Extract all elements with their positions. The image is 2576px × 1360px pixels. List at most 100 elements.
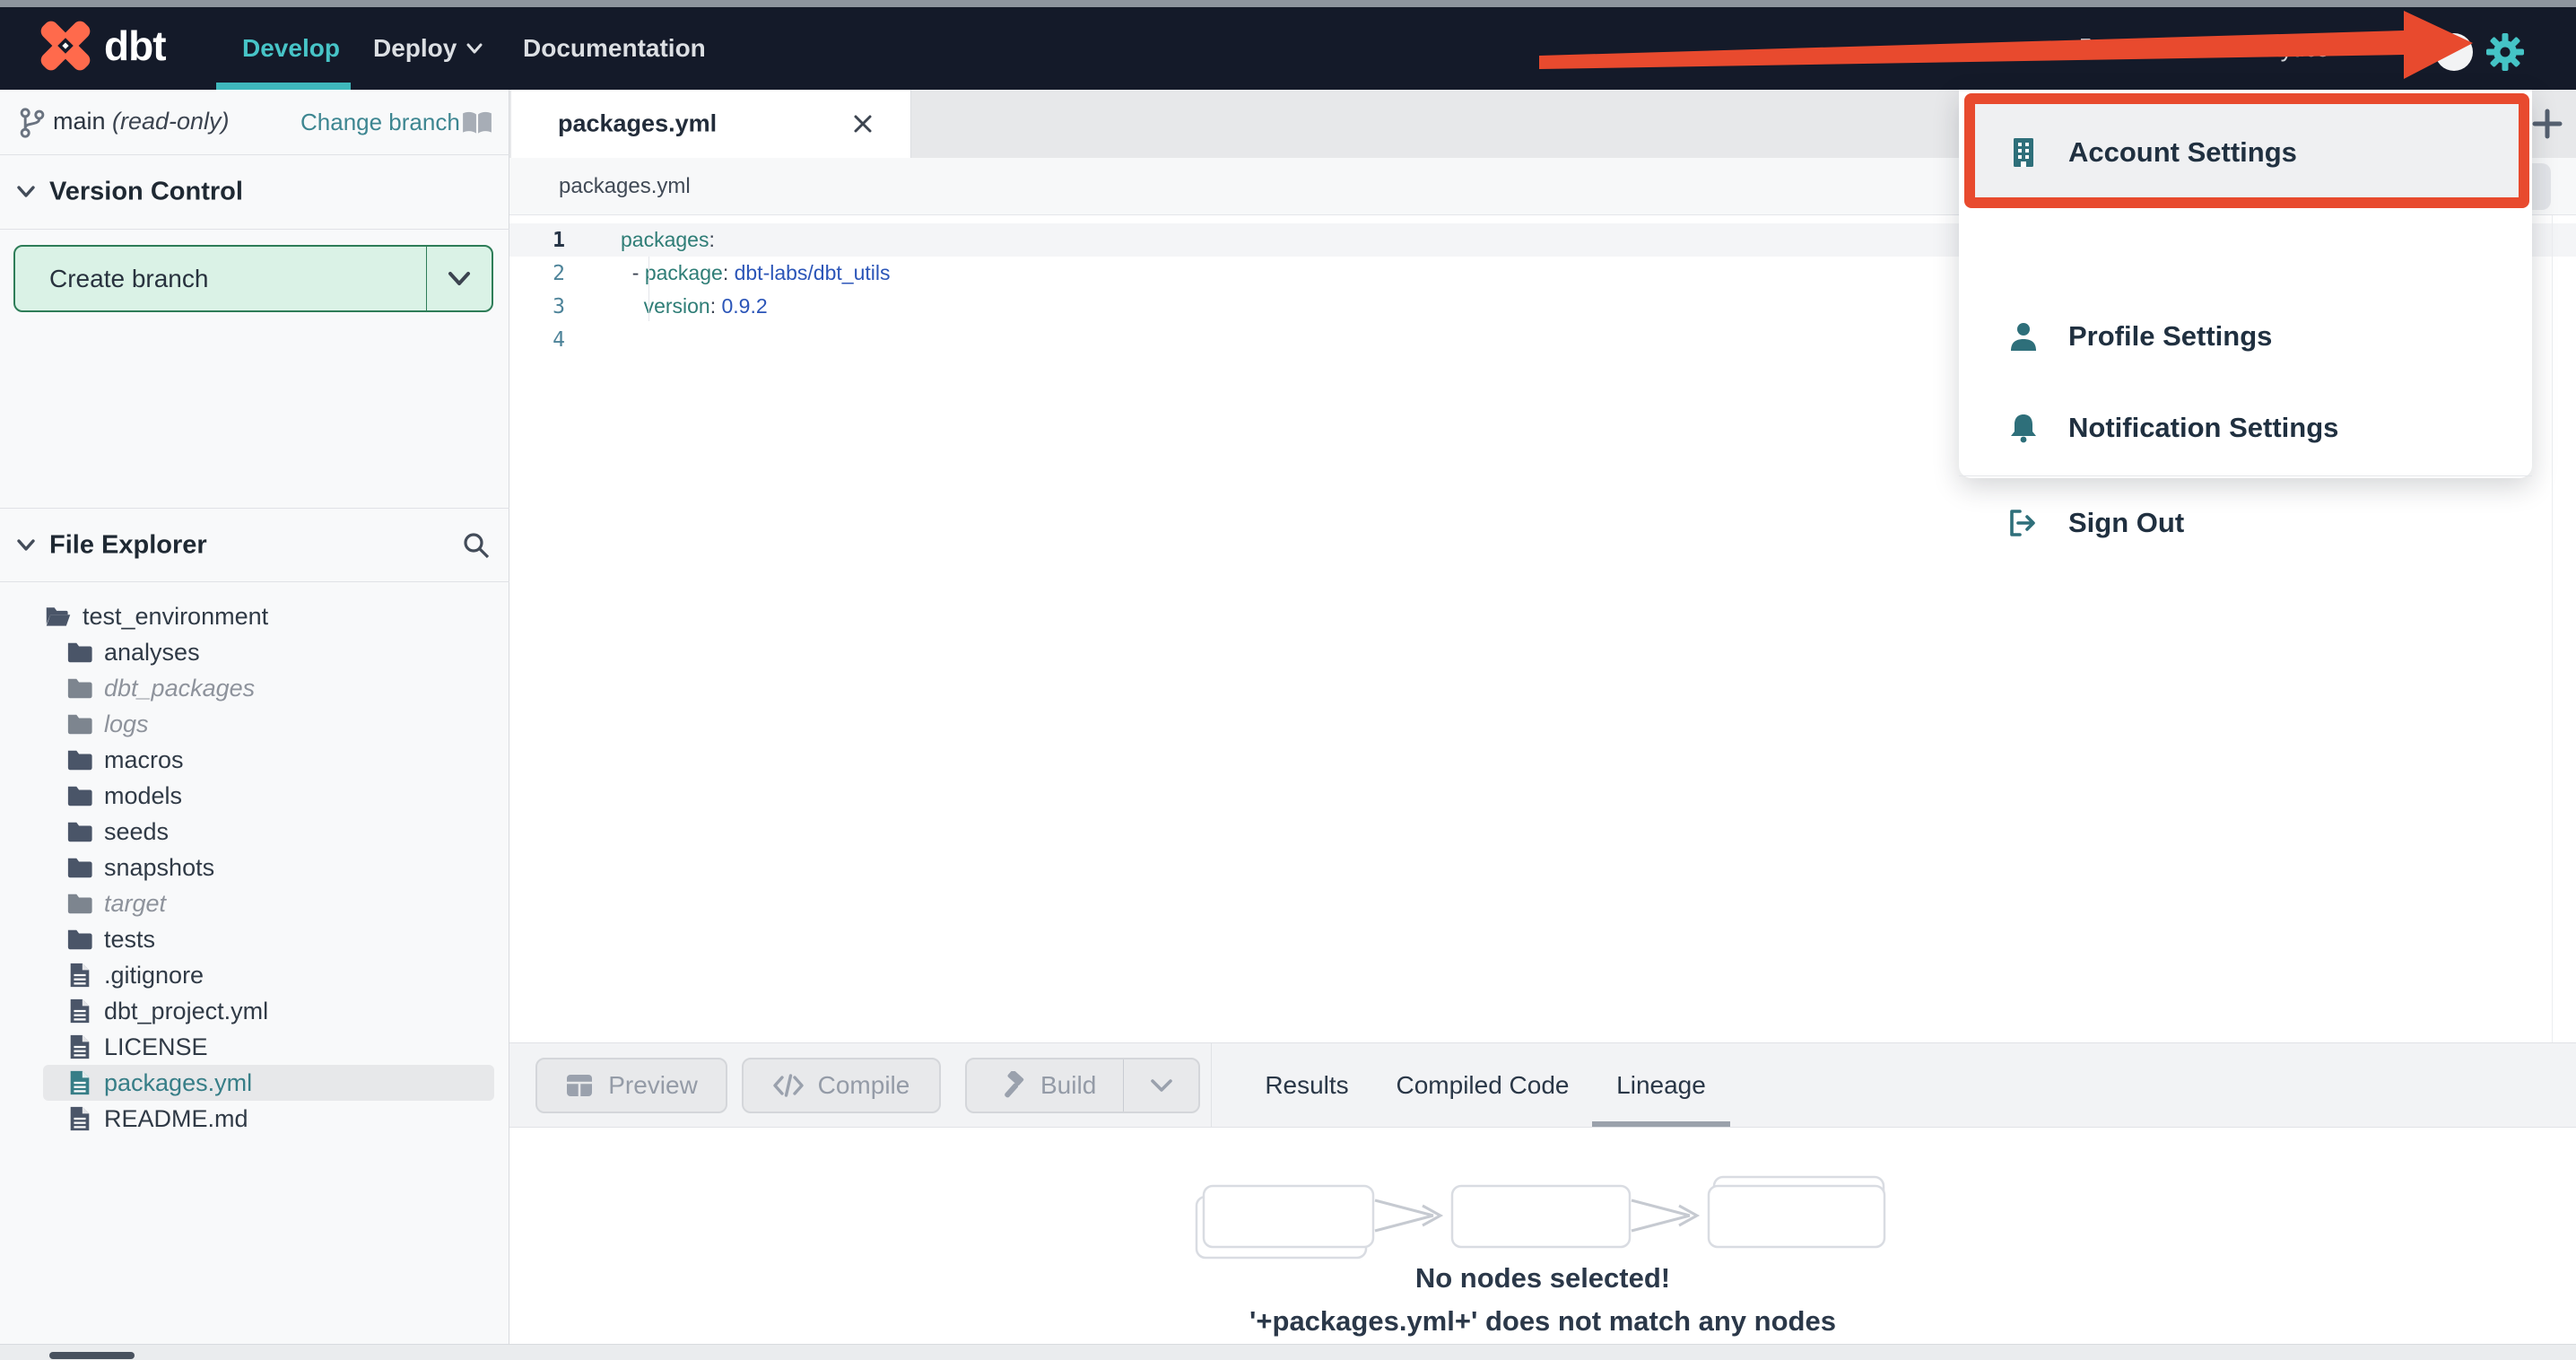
tree-item-dbt-packages[interactable]: dbt_packages: [43, 670, 494, 706]
file-icon: [70, 1070, 90, 1095]
chevron-down-icon: [1150, 1079, 1172, 1092]
tab-packages-yml[interactable]: packages.yml: [511, 90, 911, 158]
editor-scroll-track[interactable]: [2552, 215, 2553, 1042]
tree-item-label: README.md: [104, 1104, 248, 1132]
close-icon[interactable]: [850, 111, 875, 136]
preview-label: Preview: [608, 1071, 698, 1099]
build-button[interactable]: Build: [965, 1058, 1200, 1113]
tab-results[interactable]: Results: [1251, 1043, 1362, 1127]
account-selector[interactable]: dbt Labs / Analytics: [2079, 7, 2329, 90]
create-branch-button[interactable]: Create branch: [13, 245, 493, 312]
file-icon: [70, 963, 90, 988]
preview-table-icon: [567, 1075, 593, 1096]
folder-icon: [67, 786, 92, 806]
file-icon: [70, 998, 90, 1024]
file-icon: [70, 1106, 90, 1131]
tree-item-analyses[interactable]: analyses: [43, 634, 494, 670]
sign-out-label: Sign Out: [2068, 507, 2185, 538]
branch-name: main: [53, 108, 106, 135]
compile-label: Compile: [817, 1071, 910, 1099]
tab-compiled-code[interactable]: Compiled Code: [1395, 1043, 1571, 1127]
building-icon: [2014, 138, 2033, 167]
tree-item-target[interactable]: target: [43, 885, 494, 921]
git-branch-icon: [20, 108, 45, 138]
menu-divider: [1959, 475, 2532, 476]
build-label: Build: [1040, 1071, 1097, 1099]
tree-item-packages-yml[interactable]: packages.yml: [43, 1065, 494, 1101]
tree-item-logs[interactable]: logs: [43, 706, 494, 742]
indent-guide: [648, 257, 649, 321]
folder-icon: [2081, 39, 2109, 59]
folder-icon: [67, 858, 92, 878]
folder-icon: [67, 894, 92, 914]
file-icon: [70, 1034, 90, 1059]
preview-button[interactable]: Preview: [535, 1058, 727, 1113]
tree-item--gitignore[interactable]: .gitignore: [43, 957, 494, 993]
nav-item-documentation[interactable]: Documentation: [523, 7, 706, 90]
tree-item-label: logs: [104, 710, 149, 737]
person-icon: [2011, 323, 2036, 351]
divider: [1211, 1043, 1212, 1127]
tree-item-label: macros: [104, 745, 184, 773]
gear-icon[interactable]: [2485, 32, 2525, 72]
dbt-logo[interactable]: dbt: [39, 20, 167, 72]
tree-item-readme-md[interactable]: README.md: [43, 1101, 494, 1137]
chevron-down-icon: [17, 539, 35, 551]
menu-item-notification-settings[interactable]: Notification Settings: [1959, 383, 2532, 473]
code-text: packages:: [581, 228, 715, 252]
tree-item-label: dbt_packages: [104, 674, 256, 702]
code-text: - package: dbt-labs/dbt_utils: [581, 261, 891, 285]
divider: [0, 229, 509, 230]
compile-button[interactable]: Compile: [742, 1058, 941, 1113]
tree-item-test-environment[interactable]: test_environment: [43, 598, 494, 634]
menu-item-sign-out[interactable]: Sign Out: [1959, 478, 2532, 568]
nav-item-develop[interactable]: Develop: [242, 7, 340, 90]
tree-item-dbt-project-yml[interactable]: dbt_project.yml: [43, 993, 494, 1029]
tree-item-seeds[interactable]: seeds: [43, 814, 494, 850]
search-icon[interactable]: [461, 530, 492, 561]
window-top-strip: [0, 0, 2576, 7]
code-token: packages: [621, 228, 709, 251]
nav-item-deploy[interactable]: Deploy: [373, 7, 483, 90]
bell-icon: [2011, 414, 2036, 443]
nav-develop-label: Develop: [242, 34, 340, 62]
docs-book-icon[interactable]: [461, 109, 493, 137]
version-control-header[interactable]: Version Control: [0, 154, 509, 229]
code-text: version: 0.9.2: [581, 294, 768, 318]
create-branch-label: Create branch: [49, 264, 209, 292]
help-icon[interactable]: [2435, 33, 2473, 71]
tree-item-tests[interactable]: tests: [43, 921, 494, 957]
tree-item-snapshots[interactable]: snapshots: [43, 850, 494, 885]
code-token: :: [709, 294, 722, 318]
divider: [0, 581, 509, 582]
build-hammer-icon: [1005, 1071, 1024, 1098]
nav-documentation-label: Documentation: [523, 34, 706, 62]
menu-item-profile-settings[interactable]: Profile Settings: [1959, 292, 2532, 381]
folder-icon: [67, 642, 92, 663]
tree-item-license[interactable]: LICENSE: [43, 1029, 494, 1065]
tree-item-label: packages.yml: [104, 1068, 253, 1096]
compile-code-icon: [772, 1074, 804, 1097]
account-label: dbt Labs / Analytics: [2120, 34, 2329, 62]
create-branch-caret-button[interactable]: [426, 247, 492, 310]
tree-item-label: dbt_project.yml: [104, 997, 269, 1024]
dbt-ide-screen: dbt Develop Deploy Documentation dbt Lab…: [0, 0, 2576, 1360]
tree-item-models[interactable]: models: [43, 778, 494, 814]
chevron-down-icon: [448, 271, 470, 285]
build-options-caret[interactable]: [1123, 1059, 1198, 1112]
horizontal-scrollbar-thumb[interactable]: [49, 1352, 135, 1359]
compiled-code-label: Compiled Code: [1396, 1070, 1570, 1099]
change-branch-link[interactable]: Change branch: [300, 109, 460, 136]
file-explorer-header[interactable]: File Explorer: [0, 508, 509, 582]
new-tab-plus-icon[interactable]: [2531, 108, 2563, 140]
tab-lineage[interactable]: Lineage: [1592, 1043, 1730, 1127]
nav-deploy-label: Deploy: [373, 34, 457, 62]
tree-item-macros[interactable]: macros: [43, 742, 494, 778]
lineage-graph-placeholder: [1195, 1175, 1886, 1260]
account-settings-label: Account Settings: [2068, 136, 2297, 168]
tree-item-label: models: [104, 781, 183, 809]
menu-item-account-settings[interactable]: Account Settings: [1959, 108, 2532, 197]
line-number: 2: [553, 261, 565, 285]
tree-item-label: seeds: [104, 817, 170, 845]
